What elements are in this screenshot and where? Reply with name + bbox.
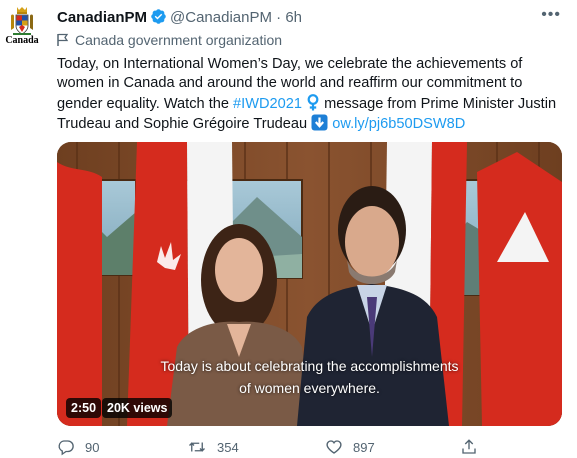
tweet-header: CanadianPM @CanadianPM · 6h ••• xyxy=(57,6,561,28)
reply-button[interactable]: 90 xyxy=(57,438,99,456)
view-count-badge: 20K views xyxy=(102,398,173,418)
reply-count: 90 xyxy=(85,439,100,455)
video-duration-badge: 2:50 xyxy=(66,398,102,418)
retweet-count: 354 xyxy=(217,439,239,455)
timestamp[interactable]: 6h xyxy=(285,9,302,26)
account-label: Canada government organization xyxy=(57,32,282,48)
more-icon[interactable]: ••• xyxy=(541,6,561,24)
down-arrow-icon xyxy=(311,114,328,131)
hashtag-link[interactable]: #IWD2021 xyxy=(233,96,302,112)
share-icon xyxy=(462,439,476,454)
label-text: Canada government organization xyxy=(75,32,283,48)
reply-icon xyxy=(58,440,74,456)
venus-symbol-icon xyxy=(307,93,319,111)
url-link[interactable]: ow.ly/pj6b50DSW8D xyxy=(332,116,465,132)
caption-line-1: Today is about celebrating the accomplis… xyxy=(160,358,459,374)
verified-badge-icon xyxy=(151,9,166,24)
display-name[interactable]: CanadianPM xyxy=(57,9,147,26)
tweet-text: Today, on International Women’s Day, we … xyxy=(57,55,557,135)
like-count: 897 xyxy=(353,439,375,455)
retweet-button[interactable]: 354 xyxy=(187,438,239,456)
canada-wordmark: Canada xyxy=(5,35,39,46)
action-bar: 90 354 897 xyxy=(57,438,537,458)
like-icon xyxy=(326,440,342,454)
share-button[interactable] xyxy=(460,438,488,456)
avatar[interactable]: Canada xyxy=(4,6,40,50)
like-button[interactable]: 897 xyxy=(325,438,375,456)
handle[interactable]: @CanadianPM xyxy=(170,9,272,26)
separator: · xyxy=(276,9,282,26)
video-player[interactable]: Today is about celebrating the accomplis… xyxy=(57,142,562,426)
caption-line-2: of women everywhere. xyxy=(239,380,380,396)
retweet-icon xyxy=(189,442,205,452)
government-flag-icon xyxy=(57,33,69,46)
tweet: Canada CanadianPM @CanadianPM · 6h ••• Ca… xyxy=(0,0,577,458)
canada-coat-of-arms-icon xyxy=(11,7,33,35)
